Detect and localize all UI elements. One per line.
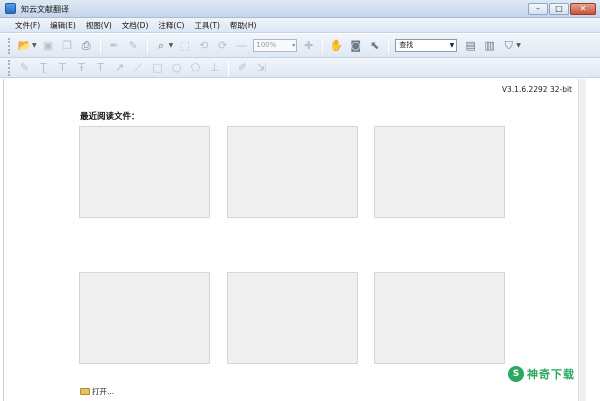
zoom-plus-icon[interactable]: ✚ xyxy=(301,38,317,54)
save-icon[interactable]: ▣ xyxy=(40,38,56,54)
chevron-down-icon[interactable]: ▼ xyxy=(169,42,174,49)
select-tool-icon[interactable]: ⬉ xyxy=(367,38,383,54)
menu-edit[interactable]: 编辑(E) xyxy=(45,18,81,32)
copy-icon[interactable]: ❐ xyxy=(59,38,75,54)
polygon-icon[interactable]: ⬠ xyxy=(188,60,204,76)
export-icon[interactable]: ⇲ xyxy=(254,60,270,76)
recent-file-thumbnail[interactable] xyxy=(374,126,505,218)
title-bar: 知云文献翻译 – □ ✕ xyxy=(0,0,600,18)
watermark: S 神奇下载 xyxy=(508,366,575,382)
arrow-icon[interactable]: ↗ xyxy=(112,60,128,76)
toolbar-separator xyxy=(146,37,148,54)
menu-comment[interactable]: 注释(C) xyxy=(153,18,189,32)
watermark-text: 神奇下载 xyxy=(527,368,575,381)
vertical-scrollbar[interactable] xyxy=(578,79,586,401)
chevron-down-icon[interactable]: ▼ xyxy=(32,42,37,49)
typewriter-icon[interactable]: T xyxy=(93,60,109,76)
underline-text-icon[interactable]: Ʈ xyxy=(36,60,52,76)
menu-document[interactable]: 文档(D) xyxy=(117,18,154,32)
open-folder-icon[interactable]: 📂 xyxy=(17,38,33,54)
menu-file[interactable]: 文件(F) xyxy=(10,18,45,32)
chevron-down-icon[interactable]: ▼ xyxy=(450,40,455,51)
recent-file-thumbnail[interactable] xyxy=(79,272,210,364)
search-input[interactable]: 查找 ▼ xyxy=(395,39,458,52)
menu-tools[interactable]: 工具(T) xyxy=(189,18,224,32)
version-label: V3.1.6.2292 32-bit xyxy=(501,85,572,94)
open-file-link[interactable]: 打开... xyxy=(80,386,114,397)
close-button[interactable]: ✕ xyxy=(570,3,596,15)
rotate-left-icon[interactable]: ⟲ xyxy=(196,38,212,54)
menu-bar: 文件(F) 编辑(E) 视图(V) 文档(D) 注释(C) 工具(T) 帮助(H… xyxy=(0,18,600,33)
line-icon[interactable]: ⟋ xyxy=(131,60,147,76)
note-icon[interactable]: ✐ xyxy=(235,60,251,76)
text-tool-icon[interactable]: T xyxy=(55,60,71,76)
print-icon[interactable]: ⎙ xyxy=(78,38,94,54)
open-file-label: 打开... xyxy=(92,387,115,396)
recent-file-thumbnail[interactable] xyxy=(374,272,505,364)
toolbar-separator xyxy=(228,59,229,76)
hand-tool-icon[interactable]: ✋ xyxy=(329,38,345,54)
strikeout-icon[interactable]: Ŧ xyxy=(74,60,90,76)
app-icon xyxy=(5,3,16,14)
recent-file-thumbnail[interactable] xyxy=(79,126,210,218)
snapshot-icon[interactable]: ◙ xyxy=(348,38,364,54)
window-controls: – □ ✕ xyxy=(528,3,596,15)
annotation-toolbar: ✎ Ʈ T Ŧ T ↗ ⟋ □ ○ ⬠ ⊥ ✐ ⇲ xyxy=(0,58,600,78)
right-gutter xyxy=(586,79,600,401)
minimize-button[interactable]: – xyxy=(528,3,548,15)
main-toolbar: 📂 ▼ ▣ ❐ ⎙ ✒ ✎ ⌕ ▼ ⬚ ⟲ ⟳ — 100% ▾ ✚ ✋ ◙ ⬉… xyxy=(0,34,600,58)
highlighter-icon[interactable]: ✎ xyxy=(125,38,141,54)
document-area[interactable]: V3.1.6.2292 32-bit 最近阅读文件： 打开... xyxy=(3,79,578,401)
pen-tool-icon[interactable]: ✒ xyxy=(106,38,122,54)
stamp-icon[interactable]: ⊥ xyxy=(207,60,223,76)
page-properties-icon[interactable]: ▤ xyxy=(463,38,479,54)
folder-icon xyxy=(80,388,90,395)
chevron-down-icon[interactable]: ▾ xyxy=(292,40,295,51)
zoom-out-icon[interactable]: — xyxy=(234,38,250,54)
zoom-level-field[interactable]: 100% ▾ xyxy=(253,39,298,52)
watermark-logo-icon: S xyxy=(508,366,524,382)
zoom-level-value: 100% xyxy=(256,41,277,49)
toolbar-separator xyxy=(99,37,101,54)
filter-icon[interactable]: ⛉ xyxy=(501,38,517,54)
ellipse-icon[interactable]: ○ xyxy=(169,60,185,76)
menu-help[interactable]: 帮助(H) xyxy=(225,18,262,32)
page-icon[interactable]: ▥ xyxy=(482,38,498,54)
highlight-text-icon[interactable]: ✎ xyxy=(17,60,33,76)
toolbar-separator xyxy=(388,37,390,54)
toolbar-grip[interactable] xyxy=(8,37,11,54)
crop-icon[interactable]: ⬚ xyxy=(177,38,193,54)
maximize-button[interactable]: □ xyxy=(549,3,569,15)
recent-file-thumbnail[interactable] xyxy=(227,272,358,364)
rectangle-icon[interactable]: □ xyxy=(150,60,166,76)
menu-view[interactable]: 视图(V) xyxy=(81,18,117,32)
recent-files-title: 最近阅读文件： xyxy=(80,112,140,122)
toolbar-separator xyxy=(322,37,324,54)
window-title: 知云文献翻译 xyxy=(21,5,69,14)
chevron-down-icon[interactable]: ▼ xyxy=(516,42,521,49)
zoom-in-icon[interactable]: ⌕ xyxy=(153,38,169,54)
rotate-right-icon[interactable]: ⟳ xyxy=(215,38,231,54)
search-input-value: 查找 xyxy=(399,41,414,49)
recent-file-thumbnail[interactable] xyxy=(227,126,358,218)
toolbar-grip[interactable] xyxy=(8,59,11,76)
